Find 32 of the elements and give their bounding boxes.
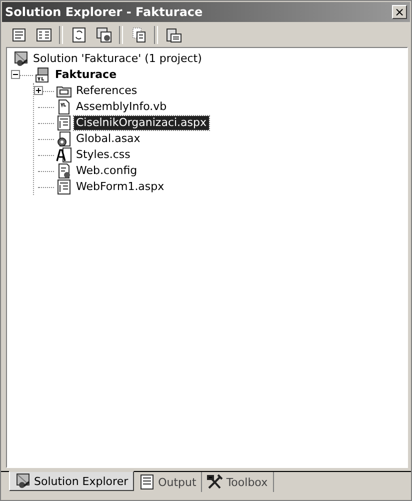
form-icon <box>56 115 72 131</box>
tree-item[interactable]: Solution 'Fakturace' (1 project) <box>31 52 204 66</box>
tree-item[interactable]: Global.asax <box>74 132 142 146</box>
tab[interactable]: Output <box>134 472 202 492</box>
refresh-icon <box>70 27 86 43</box>
tab[interactable]: Solution Explorer <box>9 471 134 491</box>
tab[interactable]: Toolbox <box>202 472 274 492</box>
tree-item[interactable]: Web.config <box>74 164 140 178</box>
project-icon <box>35 67 51 83</box>
solution-icon <box>15 473 31 489</box>
output-icon <box>139 474 156 490</box>
window-title: Solution Explorer - Fakturace <box>5 5 203 19</box>
document-icon <box>56 99 72 115</box>
tools-icon <box>207 474 224 490</box>
window-icon <box>96 27 112 43</box>
tree-item[interactable]: Styles.css <box>74 148 132 162</box>
close-button[interactable]: × <box>392 5 407 19</box>
copy-icon <box>130 27 146 43</box>
tree-item[interactable]: References <box>74 84 140 98</box>
two-panel-icon <box>36 27 52 43</box>
cabinet-icon <box>166 27 182 43</box>
solution-icon <box>13 51 29 67</box>
list-icon <box>10 27 26 43</box>
form-icon <box>56 179 72 195</box>
config-icon <box>56 163 72 179</box>
stylesheet-icon <box>56 147 72 163</box>
tree-item[interactable]: CiselnikOrganizaci.aspx <box>74 116 209 130</box>
tree-item[interactable]: Fakturace <box>53 68 119 82</box>
collapse-toggle[interactable] <box>11 70 20 79</box>
tree-item[interactable]: AssemblyInfo.vb <box>74 100 169 114</box>
tree-item[interactable]: WebForm1.aspx <box>74 180 166 194</box>
expand-toggle[interactable] <box>34 86 43 95</box>
